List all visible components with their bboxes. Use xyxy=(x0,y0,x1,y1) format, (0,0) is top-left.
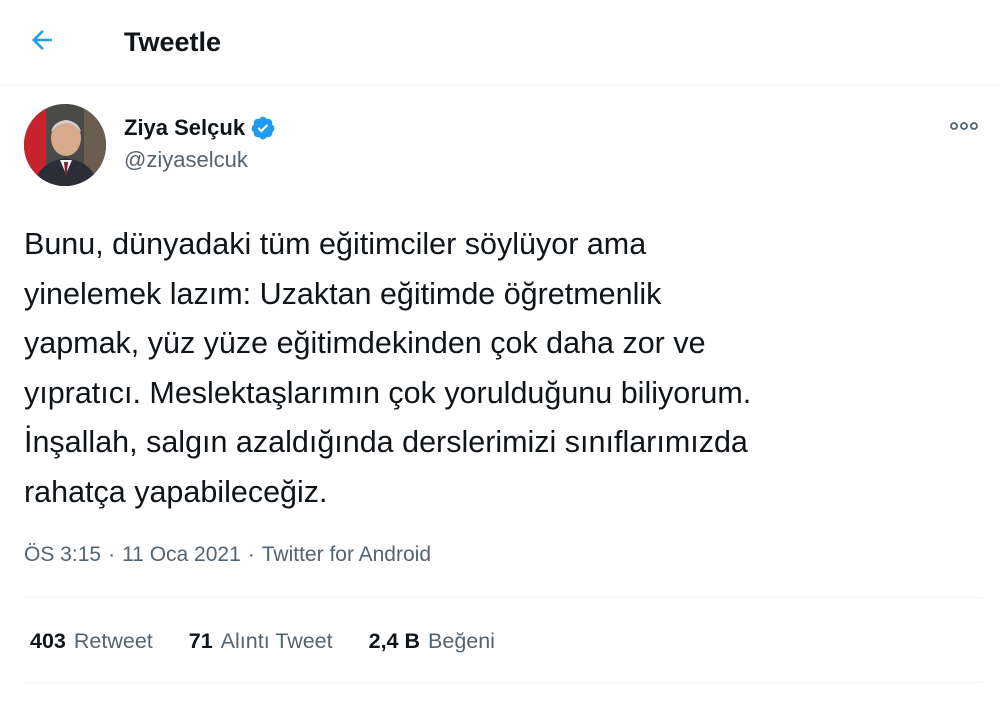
arrow-left-icon xyxy=(27,25,57,60)
page-title: Tweetle xyxy=(124,27,222,57)
tweet-source[interactable]: Twitter for Android xyxy=(262,540,431,570)
likes-stat[interactable]: 2,4 B Beğeni xyxy=(369,625,495,657)
top-bar: Tweetle xyxy=(0,0,1000,86)
divider xyxy=(24,597,982,598)
like-count: 2,4 B xyxy=(368,629,421,653)
tweet-text: Bunu, dünyadaki tüm eğitimciler söylüyor… xyxy=(24,227,752,509)
avatar[interactable] xyxy=(24,104,106,186)
back-button[interactable] xyxy=(22,22,62,62)
more-dots-icon xyxy=(949,118,979,136)
tweet-time[interactable]: ÖS 3:15 xyxy=(24,540,101,570)
retweet-count: 403 xyxy=(30,629,66,653)
tweet-stats: 403 Retweet 71 Alıntı Tweet 2,4 B Beğeni xyxy=(30,625,531,657)
meta-separator: · xyxy=(108,543,116,566)
quote-count: 71 xyxy=(188,629,213,653)
retweet-label: Retweet xyxy=(73,629,153,653)
meta-separator: · xyxy=(247,543,255,566)
like-label: Beğeni xyxy=(428,629,495,653)
quote-tweets-stat[interactable]: 71 Alıntı Tweet xyxy=(189,625,333,657)
more-options-button[interactable] xyxy=(944,112,984,142)
author-handle[interactable]: @ziyaselcuk xyxy=(124,146,248,174)
tweet-date[interactable]: 11 Oca 2021 xyxy=(122,540,241,570)
quote-label: Alıntı Tweet xyxy=(220,629,333,653)
verified-badge-icon xyxy=(250,115,276,141)
divider xyxy=(24,682,982,683)
author-name[interactable]: Ziya Selçuk xyxy=(124,114,276,142)
author-name-text: Ziya Selçuk xyxy=(124,115,246,140)
retweets-stat[interactable]: 403 Retweet xyxy=(30,625,153,657)
tweet-metadata: ÖS 3:15 · 11 Oca 2021 · Twitter for Andr… xyxy=(24,540,431,570)
